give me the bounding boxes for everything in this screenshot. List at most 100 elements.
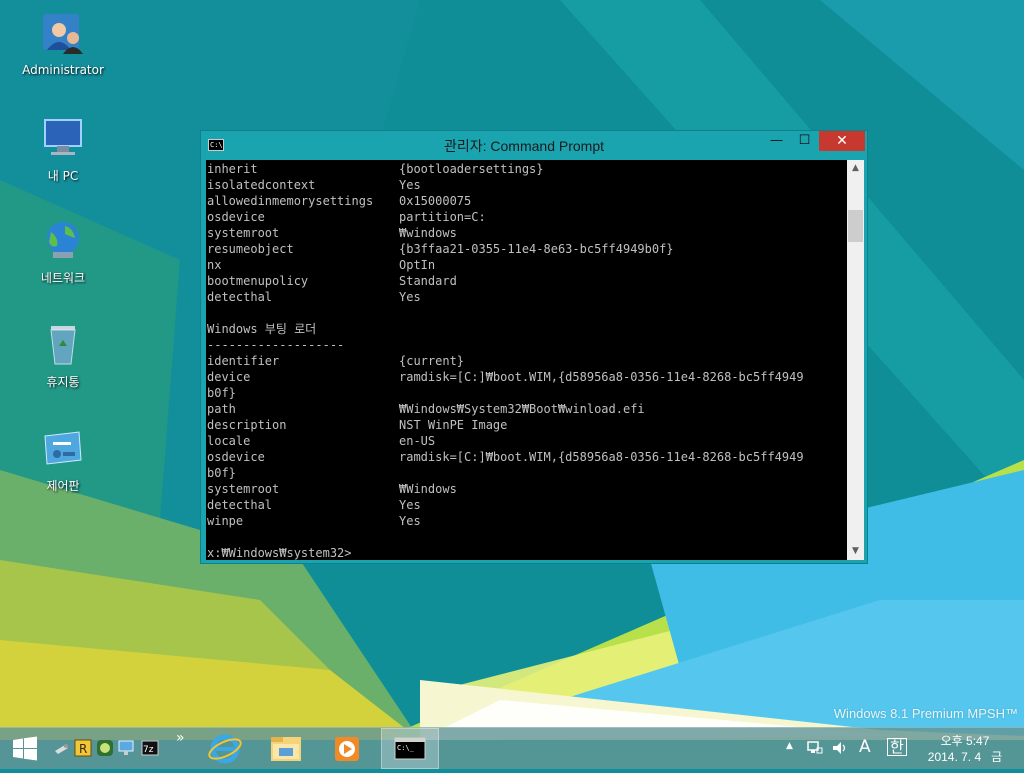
console-line-key: ------------------- <box>207 338 345 352</box>
scroll-up-arrow-icon[interactable]: ▲ <box>847 160 864 177</box>
console-line-key: identifier <box>207 354 280 368</box>
mouse-tool-icon[interactable] <box>52 738 72 758</box>
command-prompt-window[interactable]: C:\ 관리자: Command Prompt — ☐ ✕ inherit {bo… <box>200 130 868 564</box>
windows-logo-icon <box>13 736 37 761</box>
taskbar-command-prompt[interactable]: C:\_ <box>381 728 439 769</box>
console-line-value: ₩windows <box>399 226 457 240</box>
ime-language-indicator[interactable]: 한 <box>887 738 907 756</box>
taskbar: R 7z » C:\_ ▲ A 한 오후 5:47 2014. 7. 4 금 <box>0 727 1024 769</box>
console-line-key: description <box>207 418 287 432</box>
start-button[interactable] <box>0 728 50 769</box>
minimize-button[interactable]: — <box>763 131 790 151</box>
console-output[interactable]: inherit {bootloadersettings} isolatedconte… <box>206 160 847 560</box>
desktop-icon-this-pc[interactable]: 내 PC <box>20 114 106 184</box>
console-line: b0f} <box>207 385 847 401</box>
r-app-icon[interactable]: R <box>73 738 93 758</box>
console-line-value: en-US <box>399 434 436 448</box>
console-line: ------------------- <box>207 337 847 353</box>
console-line-key: b0f} <box>207 466 236 480</box>
console-line-key: detecthal <box>207 290 273 304</box>
desktop-icon-recycle-bin[interactable]: 휴지통 <box>20 320 106 390</box>
console-line: nx OptIn <box>207 257 847 273</box>
console-line-value: Standard <box>399 274 457 288</box>
speaker-volume-icon[interactable] <box>831 740 849 756</box>
desktop-icon-label: 네트워크 <box>40 271 86 285</box>
console-line-key: Windows 부팅 로더 <box>207 322 317 336</box>
console-line-value: {current} <box>399 354 465 368</box>
console-line: isolatedcontext Yes <box>207 177 847 193</box>
scroll-down-arrow-icon[interactable]: ▼ <box>847 543 864 560</box>
control-panel-icon <box>44 431 82 465</box>
scroll-thumb[interactable] <box>848 210 863 242</box>
console-line-value: NST WinPE Image <box>399 418 508 432</box>
svg-text:R: R <box>79 742 87 756</box>
console-line-key: systemroot <box>207 482 280 496</box>
console-line: detecthal Yes <box>207 497 847 513</box>
desktop-icon-administrator[interactable]: Administrator <box>20 10 106 77</box>
taskbar-clock[interactable]: 오후 5:47 2014. 7. 4 금 <box>920 733 1010 765</box>
close-button[interactable]: ✕ <box>819 131 865 151</box>
console-lines: inherit {bootloadersettings} isolatedconte… <box>207 161 847 560</box>
internet-explorer-icon <box>208 734 242 764</box>
console-line: osdevice ramdisk=[C:]₩boot.WIM,{d58956a8-… <box>207 449 847 465</box>
console-line: detecthal Yes <box>207 289 847 305</box>
desktop-icon-control-panel[interactable]: 제어판 <box>20 424 106 494</box>
console-line-key: bootmenupolicy <box>207 274 309 288</box>
console-line: path ₩Windows₩System32₩Boot₩winload.efi <box>207 401 847 417</box>
console-line-value: ₩Windows₩System32₩Boot₩winload.efi <box>399 402 645 416</box>
console-line: Windows 부팅 로더 <box>207 321 847 337</box>
taskbar-internet-explorer[interactable] <box>196 728 254 769</box>
console-line-key: locale <box>207 434 251 448</box>
console-line-value: Yes <box>399 290 421 304</box>
console-line-key: resumeobject <box>207 242 294 256</box>
maximize-button[interactable]: ☐ <box>791 131 818 151</box>
console-line-value: Yes <box>399 178 421 192</box>
console-line: x:₩Windows₩system32> <box>207 545 847 560</box>
window-titlebar[interactable]: C:\ 관리자: Command Prompt — ☐ ✕ <box>201 131 867 159</box>
console-line: resumeobject {b3ffaa21-0355-11e4-8e63-bc5… <box>207 241 847 257</box>
disk-tool-icon[interactable] <box>95 738 115 758</box>
console-line-key: detecthal <box>207 498 273 512</box>
console-line-key: systemroot <box>207 226 280 240</box>
console-line-value: OptIn <box>399 258 436 272</box>
desktop-icon-label: 제어판 <box>46 479 80 493</box>
clock-date: 2014. 7. 4 <box>927 750 982 764</box>
clock-date-row: 2014. 7. 4 금 <box>920 749 1010 765</box>
taskbar-file-explorer[interactable] <box>257 728 315 769</box>
console-line: systemroot ₩Windows <box>207 481 847 497</box>
console-line-key: nx <box>207 258 222 272</box>
command-prompt-icon: C:\_ <box>394 737 426 760</box>
console-line-key: inherit <box>207 162 258 176</box>
ime-mode-indicator[interactable]: A <box>859 737 871 757</box>
console-line-value: partition=C: <box>399 210 486 224</box>
tray-show-hidden-icons[interactable]: ▲ <box>786 741 793 751</box>
desktop-icon-label: 내 PC <box>47 169 79 183</box>
console-line-key: path <box>207 402 236 416</box>
console-line-key: x:₩Windows₩system32> <box>207 546 352 560</box>
media-player-icon <box>335 737 359 761</box>
network-status-icon[interactable] <box>806 740 824 756</box>
console-line: description NST WinPE Image <box>207 417 847 433</box>
console-line-value: ramdisk=[C:]₩boot.WIM,{d58956a8-0356-11e… <box>399 450 804 464</box>
os-edition-watermark: Windows 8.1 Premium MPSH™ <box>833 706 1018 721</box>
computer-icon <box>44 119 82 155</box>
taskbar-media-player[interactable] <box>318 728 376 769</box>
console-line: identifier {current} <box>207 353 847 369</box>
svg-text:C:\_: C:\_ <box>397 744 415 752</box>
taskbar-overflow-chevron[interactable]: » <box>176 730 185 746</box>
desktop-icon-label: Administrator <box>22 63 104 77</box>
clock-time: 오후 5:47 <box>940 734 990 748</box>
console-line-key: isolatedcontext <box>207 178 316 192</box>
desktop-icon-network[interactable]: 네트워크 <box>20 216 106 286</box>
network-tool-icon[interactable] <box>117 738 137 758</box>
desktop-icon-label: 휴지통 <box>46 375 80 389</box>
console-line-value: {bootloadersettings} <box>399 162 544 176</box>
console-line-key: osdevice <box>207 210 265 224</box>
console-line-key: allowedinmemorysettings <box>207 194 374 208</box>
console-line: b0f} <box>207 465 847 481</box>
7zip-icon[interactable]: 7z <box>140 738 160 758</box>
console-line-value: ramdisk=[C:]₩boot.WIM,{d58956a8-0356-11e… <box>399 370 804 384</box>
vertical-scrollbar[interactable]: ▲ ▼ <box>847 160 864 560</box>
